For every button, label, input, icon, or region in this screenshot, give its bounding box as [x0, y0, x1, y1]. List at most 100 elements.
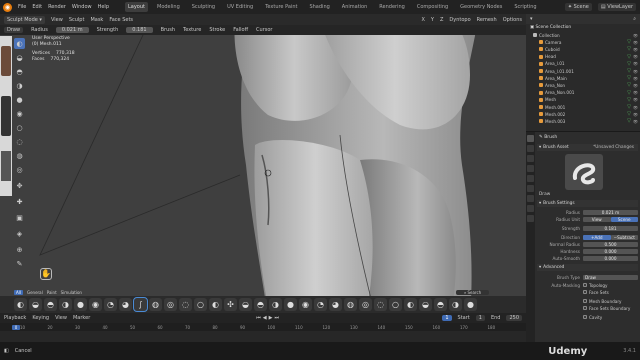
draw-sharp-tool-icon[interactable]: ◒: [14, 52, 25, 63]
header-menu-face-sets[interactable]: Face Sets: [109, 17, 133, 23]
outliner-item[interactable]: Area_Non ▽ 👁: [530, 82, 638, 88]
cavity-checkbox[interactable]: Cavity: [583, 314, 638, 320]
render-properties-tab-icon[interactable]: [527, 145, 534, 152]
dyntopo-toggle[interactable]: Dyntopo: [449, 17, 470, 23]
timeline-ruler[interactable]: 0 10 20 30 40 50 60 70 80 90 100 110 120 130 140 150 160…: [0, 323, 526, 331]
brush-thumb-4-icon[interactable]: ◑: [59, 298, 72, 311]
snake-hook-tool-icon[interactable]: ✚: [14, 196, 25, 207]
timeline-menu-playback[interactable]: Playback: [4, 315, 26, 321]
visibility-eye-icon[interactable]: 👁: [633, 76, 638, 81]
visibility-eye-icon[interactable]: 👁: [633, 83, 638, 88]
normal-radius-slider[interactable]: 0.500: [583, 241, 638, 247]
brush-thumb-22-icon[interactable]: ◍: [344, 298, 357, 311]
visibility-eye-icon[interactable]: 👁: [633, 119, 638, 124]
playback-controls[interactable]: ⏮◀▶⏭: [256, 315, 281, 321]
auto-smooth-slider[interactable]: 0.000: [583, 255, 638, 261]
outliner-item[interactable]: Area_l.01.001 ▽ 👁: [530, 68, 638, 74]
sculpt-mesh-render[interactable]: [0, 25, 526, 313]
radius-slider[interactable]: 0.021 m: [583, 209, 638, 215]
grab-tool-icon[interactable]: ✥: [14, 180, 25, 191]
brush-thumb-5-icon[interactable]: ●: [74, 298, 87, 311]
tab-uv-editing[interactable]: UV Editing: [224, 2, 256, 12]
axis-z-toggle[interactable]: Z: [440, 17, 443, 23]
ribbon-tab-general[interactable]: General: [27, 290, 43, 295]
brush-thumb-9-icon[interactable]: ◍: [149, 298, 162, 311]
brush-thumb-14-icon[interactable]: ✣: [224, 298, 237, 311]
header-menu-mask[interactable]: Mask: [90, 17, 103, 23]
outliner-search-icon[interactable]: ⌕: [633, 16, 636, 22]
advanced-section[interactable]: ▾ Advanced: [537, 264, 638, 271]
hardness-slider[interactable]: 0.000: [583, 248, 638, 254]
face-sets-boundary-checkbox[interactable]: Face Sets Boundary: [583, 305, 638, 311]
brush-thumb-2-icon[interactable]: ◒: [29, 298, 42, 311]
brush-thumb-6-icon[interactable]: ◉: [89, 298, 102, 311]
view-layer-selector[interactable]: ▤ ViewLayer: [597, 3, 636, 11]
tab-layout[interactable]: Layout: [125, 2, 148, 12]
timeline-body[interactable]: [0, 331, 526, 342]
brush-thumb-draw-icon[interactable]: ∫: [133, 297, 148, 312]
outliner-root[interactable]: ▣ Scene Collection: [530, 25, 571, 30]
axis-y-toggle[interactable]: Y: [431, 17, 434, 23]
brush-thumb-16-icon[interactable]: ◓: [254, 298, 267, 311]
crease-tool-icon[interactable]: ◌: [14, 136, 25, 147]
outliner-item[interactable]: Mesh.001 ▽ 👁: [530, 104, 638, 110]
brush-thumb-7-icon[interactable]: ◔: [104, 298, 117, 311]
brush-thumb-30-icon[interactable]: ●: [464, 298, 477, 311]
brush-thumb-27-icon[interactable]: ◒: [419, 298, 432, 311]
brush-thumb-28-icon[interactable]: ◓: [434, 298, 447, 311]
options-dropdown[interactable]: Options: [503, 17, 522, 23]
world-tab-icon[interactable]: [527, 185, 534, 192]
mesh-boundary-checkbox[interactable]: Mesh Boundary: [583, 298, 638, 304]
flatten-tool-icon[interactable]: ◎: [14, 164, 25, 175]
tab-modeling[interactable]: Modeling: [154, 2, 183, 12]
tab-sculpting[interactable]: Sculpting: [189, 2, 218, 12]
scene-tab-icon[interactable]: [527, 175, 534, 182]
tab-shading[interactable]: Shading: [306, 2, 332, 12]
menu-window[interactable]: Window: [72, 4, 92, 10]
falloff-dropdown[interactable]: Falloff: [233, 27, 248, 33]
brush-thumb-24-icon[interactable]: ◌: [374, 298, 387, 311]
stroke-dropdown[interactable]: Stroke: [209, 27, 225, 33]
visibility-eye-icon[interactable]: 👁: [633, 61, 638, 66]
scene-selector[interactable]: ✦ Scene: [564, 3, 592, 11]
draw-tool-icon[interactable]: ◐: [14, 38, 25, 49]
blender-logo-icon[interactable]: ◉: [3, 2, 12, 12]
ribbon-tab-all[interactable]: All: [14, 290, 23, 295]
outliner-item[interactable]: Area_l.01 ▽ 👁: [530, 61, 638, 67]
menu-file[interactable]: File: [18, 4, 26, 10]
visibility-eye-icon[interactable]: 👁: [633, 54, 638, 59]
visibility-eye-icon[interactable]: 👁: [633, 47, 638, 52]
output-properties-tab-icon[interactable]: [527, 155, 534, 162]
outliner-filter-icon[interactable]: ▾: [530, 16, 533, 22]
outliner-item[interactable]: Cuboid ▽ 👁: [530, 46, 638, 52]
brush-thumb-10-icon[interactable]: ◎: [164, 298, 177, 311]
brush-thumb-15-icon[interactable]: ◒: [239, 298, 252, 311]
brush-thumb-23-icon[interactable]: ◎: [359, 298, 372, 311]
radius-field[interactable]: 0.021 m: [55, 27, 89, 33]
radius-unit-scene[interactable]: Scene: [610, 216, 638, 222]
brush-settings-section[interactable]: ▾ Brush Settings: [537, 200, 638, 207]
visibility-eye-icon[interactable]: 👁: [633, 69, 638, 74]
visibility-eye-icon[interactable]: 👁: [633, 112, 638, 117]
remesh-toggle[interactable]: Remesh: [477, 17, 497, 23]
outliner-item[interactable]: Area_Main ▽ 👁: [530, 75, 638, 81]
outliner-item[interactable]: Mesh ▽ 👁: [530, 97, 638, 103]
mask-tool-icon[interactable]: ▣: [14, 212, 25, 223]
menu-help[interactable]: Help: [98, 4, 109, 10]
clay-tool-icon[interactable]: ◓: [14, 66, 25, 77]
brush-thumb-11-icon[interactable]: ◌: [179, 298, 192, 311]
outliner-item[interactable]: Camera ▽ 👁: [530, 39, 638, 45]
material-tab-icon[interactable]: [527, 215, 534, 222]
tab-scripting[interactable]: Scripting: [511, 2, 539, 12]
visibility-eye-icon[interactable]: 👁: [633, 97, 638, 102]
header-menu-sculpt[interactable]: Sculpt: [69, 17, 85, 23]
transform-tool-icon[interactable]: ⊕: [14, 244, 25, 255]
brush-thumb-13-icon[interactable]: ◐: [209, 298, 222, 311]
box-mask-tool-icon[interactable]: ◈: [14, 228, 25, 239]
radius-unit-view[interactable]: View: [583, 216, 611, 222]
brush-thumb-25-icon[interactable]: ○: [389, 298, 402, 311]
visibility-eye-icon[interactable]: 👁: [633, 90, 638, 95]
view-layer-tab-icon[interactable]: [527, 165, 534, 172]
start-frame-field[interactable]: 1: [475, 315, 485, 321]
brush-thumb-18-icon[interactable]: ●: [284, 298, 297, 311]
